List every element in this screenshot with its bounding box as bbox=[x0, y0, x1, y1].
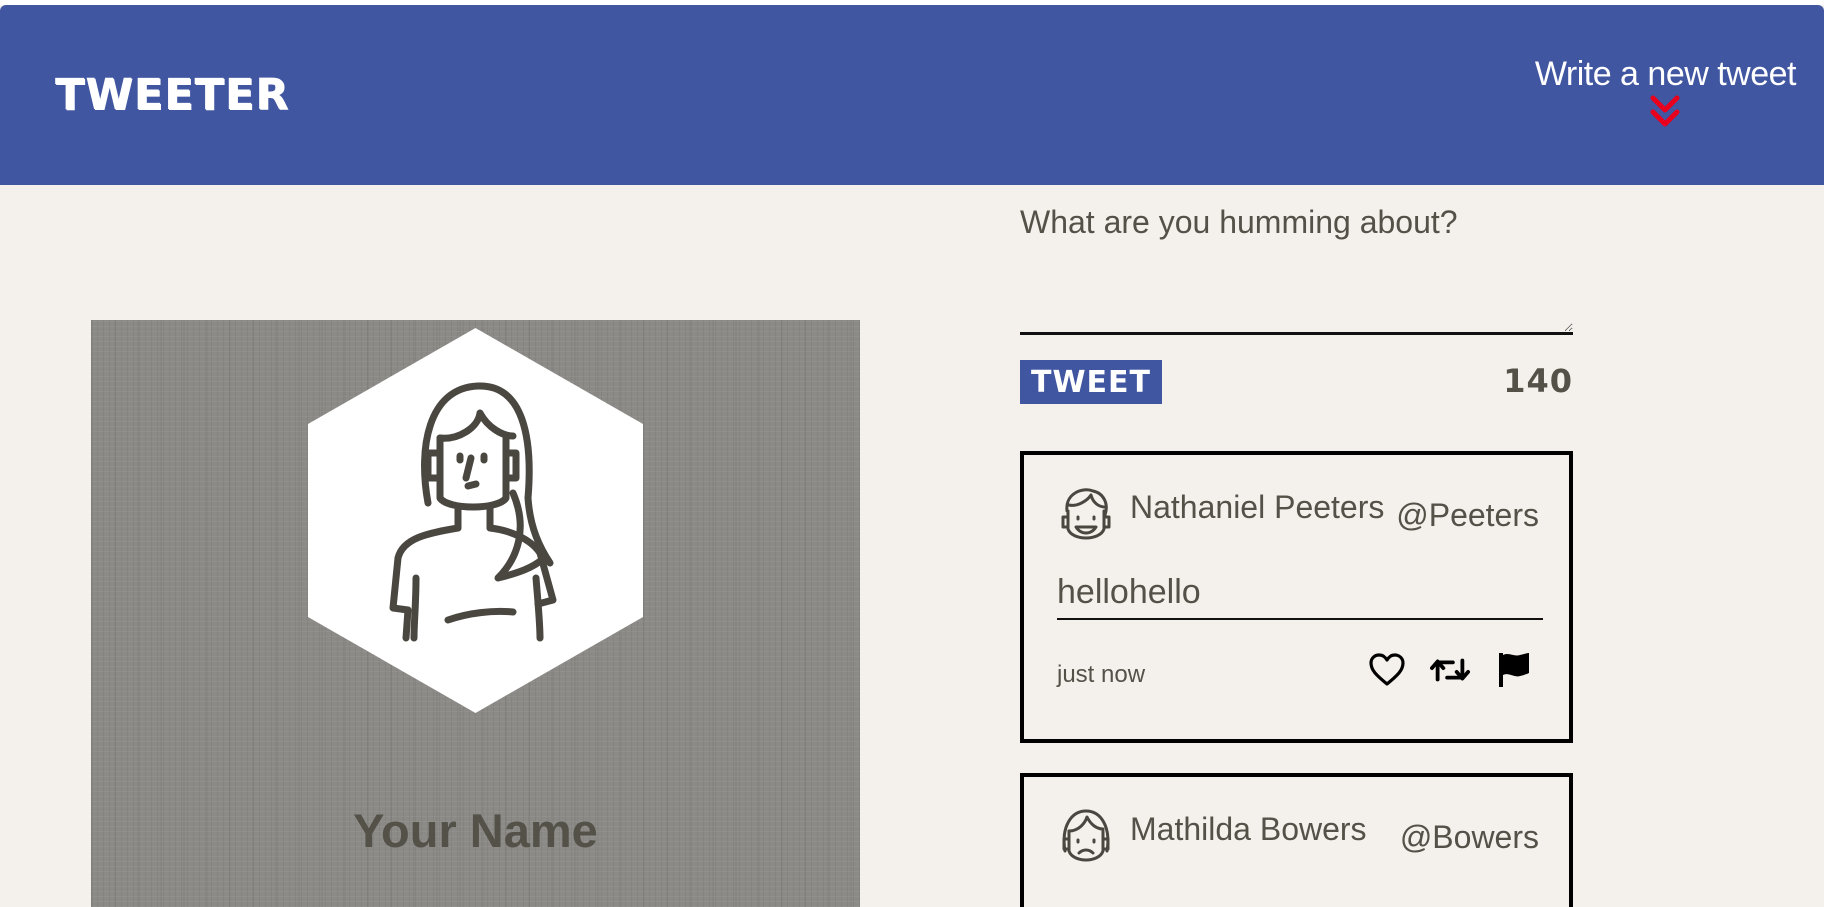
smiling-man-avatar-icon bbox=[1061, 488, 1111, 540]
profile-name: Your Name bbox=[353, 804, 598, 857]
tweet-author-handle: @Bowers bbox=[1399, 819, 1539, 855]
character-counter: 140 bbox=[1503, 362, 1573, 400]
brand-logo[interactable]: TWEETER bbox=[55, 70, 289, 120]
retweet-icon[interactable] bbox=[1430, 654, 1470, 686]
chevron-double-down-icon[interactable] bbox=[1648, 94, 1682, 130]
heart-icon[interactable] bbox=[1368, 653, 1406, 687]
flag-icon[interactable] bbox=[1496, 651, 1530, 689]
tweet-submit-button[interactable]: TWEET bbox=[1020, 360, 1162, 404]
like-button[interactable] bbox=[1367, 650, 1407, 690]
tweet-timestamp: just now bbox=[1057, 661, 1146, 688]
page: TWEETER Write a new tweet Your Name What… bbox=[0, 0, 1824, 907]
tweet-textarea[interactable] bbox=[1020, 198, 1573, 335]
profile-avatar bbox=[308, 328, 643, 713]
sad-woman-avatar-icon bbox=[1062, 809, 1110, 862]
tweet-actions bbox=[1344, 650, 1533, 690]
tweet-card: Mathilda Bowers @Bowers bbox=[1020, 773, 1573, 907]
tweet-content: hellohello bbox=[1057, 573, 1543, 620]
tweet-author-name: Mathilda Bowers bbox=[1130, 811, 1367, 847]
tweet-card: Nathaniel Peeters @Peeters hellohello ju… bbox=[1020, 451, 1573, 743]
retweet-button[interactable] bbox=[1430, 650, 1470, 690]
write-new-tweet-label[interactable]: Write a new tweet bbox=[1535, 55, 1797, 94]
new-tweet-form: TWEET 140 bbox=[1020, 198, 1573, 404]
flag-button[interactable] bbox=[1493, 650, 1533, 690]
tweet-author-handle: @Peeters bbox=[1396, 497, 1539, 533]
composer-controls: TWEET 140 bbox=[1020, 360, 1573, 404]
navbar: TWEETER Write a new tweet bbox=[0, 5, 1824, 185]
write-new-tweet-toggle[interactable]: Write a new tweet bbox=[1535, 55, 1797, 130]
tweet-author-name: Nathaniel Peeters bbox=[1130, 489, 1385, 525]
profile-card: Your Name bbox=[91, 320, 860, 907]
